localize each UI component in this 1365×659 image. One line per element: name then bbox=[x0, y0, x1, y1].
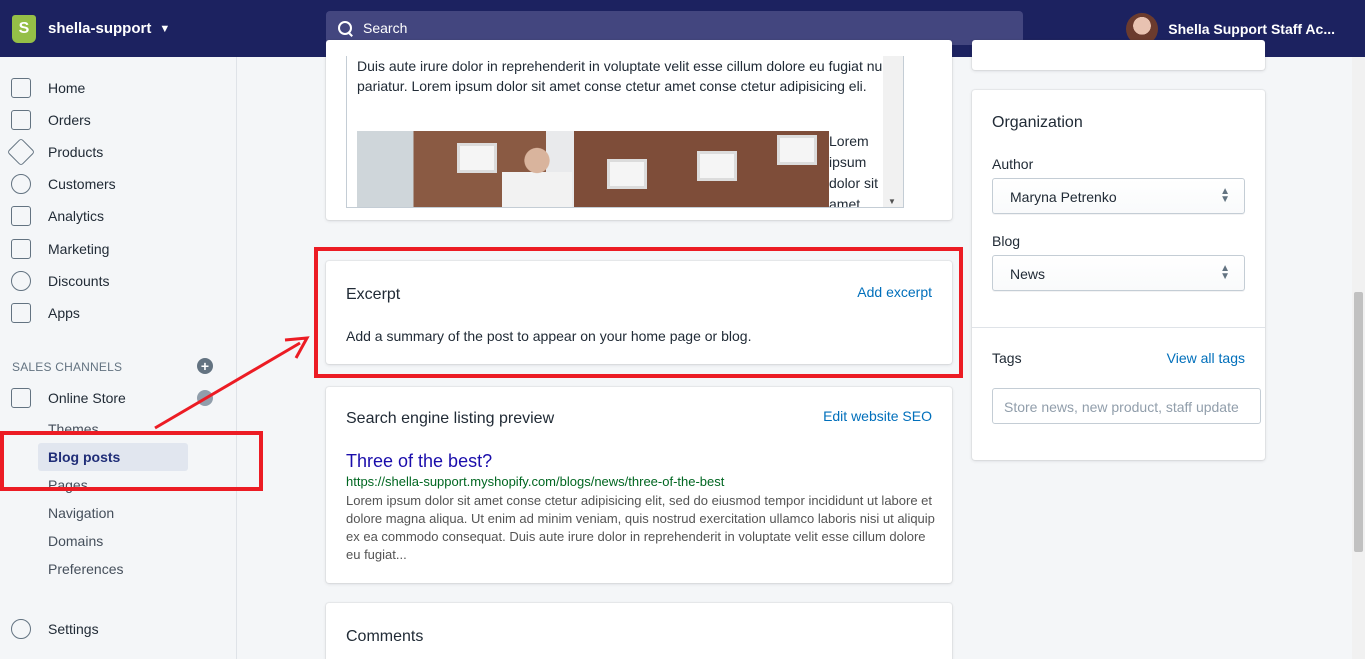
annotation-arrow bbox=[154, 336, 310, 430]
